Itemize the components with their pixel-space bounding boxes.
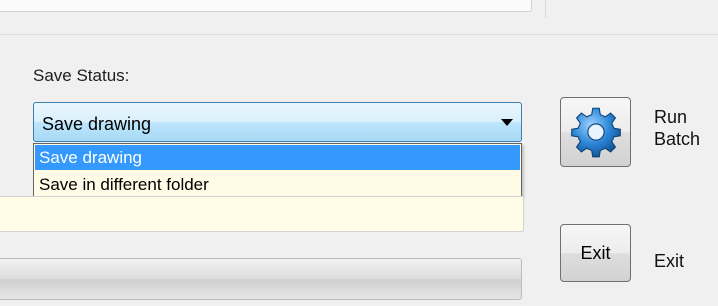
section-divider	[0, 34, 718, 35]
gear-icon	[571, 107, 621, 158]
save-status-combobox[interactable]: Save drawing	[33, 102, 522, 142]
chevron-down-icon[interactable]	[501, 119, 513, 126]
save-status-label: Save Status:	[33, 66, 130, 85]
exit-button[interactable]: Exit	[560, 224, 631, 282]
top-text-field[interactable]	[0, 0, 532, 12]
log-text-field[interactable]	[0, 196, 524, 232]
exit-button-label: Exit	[580, 243, 611, 263]
save-status-dropdown-list: Save drawing Save in different folder	[33, 143, 522, 197]
top-separator	[545, 0, 546, 18]
dropdown-option-save-in-different-folder[interactable]: Save in different folder	[35, 172, 520, 197]
dropdown-option-save-drawing[interactable]: Save drawing	[35, 145, 520, 170]
run-batch-button[interactable]	[560, 97, 631, 167]
exit-label: Exit	[654, 251, 685, 271]
run-batch-label-line1: Run	[654, 107, 688, 127]
progress-bar	[0, 258, 522, 300]
run-batch-label: Run Batch	[654, 106, 700, 150]
run-batch-label-line2: Batch	[654, 129, 701, 149]
save-status-selected-value: Save drawing	[42, 114, 152, 134]
